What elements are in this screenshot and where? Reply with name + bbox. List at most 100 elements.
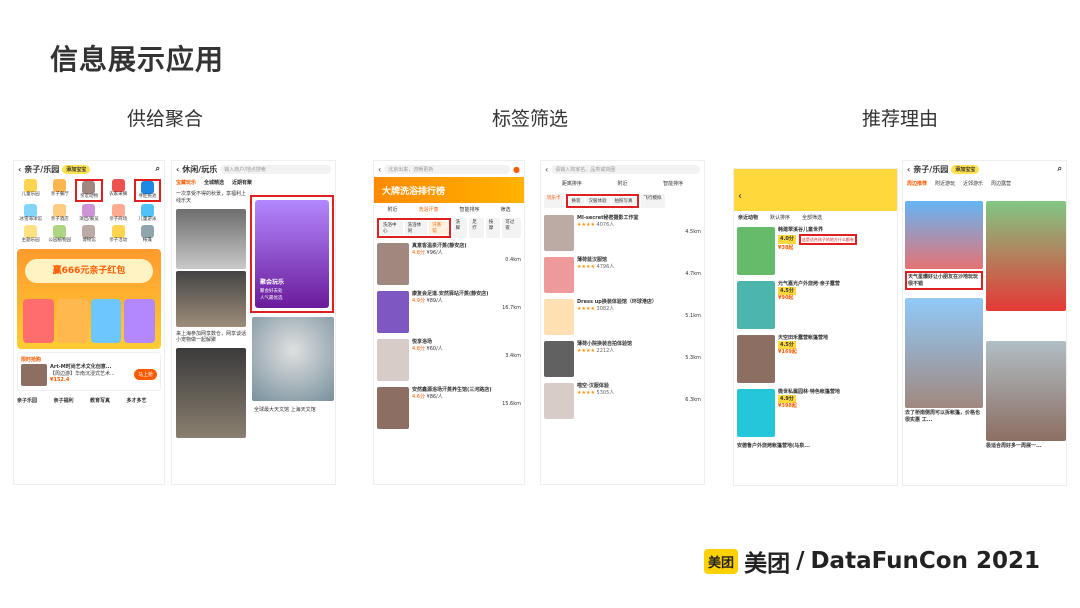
category-item[interactable]: 儿童乐园	[17, 179, 44, 202]
feed-item-title[interactable]: 极适合周好多一周展一...	[986, 443, 1066, 450]
search-input[interactable]: 请输入商家名、品类或商圈	[551, 164, 700, 174]
list-item[interactable]: 微世私属园林·特色帐篷营地 4.9分 ¥398起	[734, 386, 897, 440]
back-icon[interactable]: ‹	[545, 165, 548, 174]
category-item[interactable]: 亲子餐厅	[46, 179, 73, 202]
tag-chip[interactable]: 按摩	[485, 218, 501, 238]
search-icon[interactable]: ⌕	[1058, 164, 1062, 174]
feed-image[interactable]	[986, 341, 1066, 441]
feed-item-title[interactable]: 去了桥南侧周可以拆帐篷，价格也很实惠 工...	[905, 410, 983, 424]
filter-more[interactable]: 筛选	[500, 206, 510, 213]
search-icon[interactable]: ⌕	[156, 164, 160, 174]
tag-chip[interactable]: 玩乐卡	[544, 194, 564, 208]
list-item[interactable]: 喵空·汉服体验 ★★★★ 5305人 6.3km	[541, 380, 704, 422]
feed-image[interactable]	[986, 201, 1066, 311]
category-grid: 儿童乐园 亲子餐厅 亲近动物 农家采摘 寻娃拖池 冰雪海洋馆 亲子酒店 演出/展…	[14, 177, 164, 246]
category-item[interactable]: 冰雪海洋馆	[17, 203, 44, 223]
filter-sort[interactable]: 智能排序	[459, 206, 479, 213]
category-item[interactable]: 博物馆	[75, 224, 102, 244]
tab-city[interactable]: 全城精选	[204, 179, 224, 186]
footer-logo: 美团 美团 / DataFunCon 2021	[704, 544, 1040, 578]
filter-nearby[interactable]: 附近	[387, 206, 397, 213]
category-item[interactable]: 亲子活动	[105, 224, 132, 244]
tag-chip[interactable]: 拍照写真	[611, 197, 636, 205]
list-item[interactable]: 安德鲁户外烧烤帐篷营地(马泉...	[734, 440, 897, 453]
phone-bath-list: ‹ 北京出来，流畅更新 ● 大牌洗浴排行榜 附近 洗浴汗蒸 智能排序 筛选 洗浴…	[373, 160, 525, 485]
feed-image[interactable]	[176, 348, 246, 438]
sort-default[interactable]: 默认排序	[770, 214, 790, 221]
list-item[interactable]: 薄荷蓝汉服馆 ★★★★ 4796人 4.7km	[541, 254, 704, 296]
buy-now-button[interactable]: 马上抢	[133, 369, 157, 381]
tag-chip[interactable]: 飞行模拟	[640, 194, 665, 208]
entry[interactable]: 亲子福利	[54, 397, 89, 404]
tag-chip[interactable]: 洗脚	[452, 218, 468, 238]
tag-chip[interactable]: 汉服体验	[585, 197, 610, 205]
category-item[interactable]: 农家采摘	[105, 179, 132, 202]
feed-image[interactable]	[176, 270, 246, 327]
category-item-animals[interactable]: 亲近动物	[75, 179, 103, 202]
add-baby-chip[interactable]: 添加宝宝	[62, 164, 91, 174]
back-icon[interactable]: ‹	[738, 191, 742, 202]
tab-nearby-recommend[interactable]: 周边推荐	[907, 180, 927, 187]
header-title: 亲子/乐园	[24, 164, 60, 174]
feed-image[interactable]	[252, 317, 334, 401]
category-item[interactable]: 演出/展览	[75, 203, 102, 223]
tab-camping[interactable]: 周边露营	[991, 180, 1011, 187]
list-item[interactable]: 安然鑫源浴场汗蒸养生馆(三河路店) 4.6分 ¥86/人 15.6km	[374, 384, 524, 432]
tag-chip-selected[interactable]: 汗蒸馆	[429, 221, 448, 235]
entry[interactable]: 多才多艺	[127, 397, 162, 404]
gathering-card-highlight[interactable]: 聚会玩乐 聚会好去处 人气最优选	[250, 195, 334, 313]
tag-chip[interactable]: 可过夜	[502, 218, 521, 238]
filter-all[interactable]: 全部筛选	[802, 214, 822, 221]
tab-suburb[interactable]: 近郊游乐	[963, 180, 983, 187]
category-item[interactable]: 帐篷	[134, 224, 161, 244]
tag-chip[interactable]: 洗浴休闲	[404, 221, 428, 235]
feed-image[interactable]	[176, 208, 246, 269]
category-item[interactable]: 亲子商场	[105, 203, 132, 223]
category-item[interactable]: 公园植物园	[46, 224, 73, 244]
feed-item-title[interactable]: 一次享受不得的秋景，享福利上线乐天	[174, 189, 248, 207]
back-icon[interactable]: ‹	[907, 165, 910, 174]
category-item[interactable]: 亲子酒店	[46, 203, 73, 223]
filter-nearby[interactable]: 附近	[617, 180, 627, 187]
list-item[interactable]: 悦享浴场 4.8分 ¥60/人 3.4km	[374, 336, 524, 384]
list-item[interactable]: Dress up换装体验馆（环球港店） ★★★★ 3082人 5.1km	[541, 296, 704, 338]
meituan-wordmark: 美团	[744, 551, 791, 577]
tab-treasure[interactable]: 宝藏玩乐	[176, 179, 196, 186]
ranking-banner[interactable]: 大牌洗浴排行榜	[374, 177, 524, 203]
feed-image[interactable]	[905, 298, 983, 408]
add-baby-chip[interactable]: 添加宝宝	[951, 164, 980, 174]
entry[interactable]: 亲子乐园	[17, 397, 52, 404]
filter-sort[interactable]: 智能排序	[663, 180, 683, 187]
tag-chip[interactable]: 洗浴中心	[380, 221, 403, 235]
tag-chip[interactable]: 换装	[568, 197, 584, 205]
list-item[interactable]: MI-secret秘密摄影工作室 ★★★★ 4076人 4.5km	[541, 212, 704, 254]
feed-item-title[interactable]: 来上海参加网享数仓，网享谈话 小宠物做一起解聚	[174, 329, 248, 347]
phone-animal-list: ‹ 亲近动物 默认排序 全部筛选 韩建翠溪谷儿童世界 4.0分 这是适合孩子的地方什…	[733, 168, 898, 486]
back-icon[interactable]: ‹	[176, 165, 179, 174]
search-input[interactable]: 输入商户/地点搜索	[220, 164, 331, 174]
category-item[interactable]: 儿童游泳	[134, 203, 161, 223]
tab-animals[interactable]: 亲近动物	[738, 214, 758, 221]
list-item[interactable]: 薄荷小院换装自拍体验馆 ★★★★ 2212人 5.3km	[541, 338, 704, 380]
feed-image[interactable]	[905, 201, 983, 269]
tab-gathering[interactable]: 近期有聚	[232, 179, 252, 186]
filter-category[interactable]: 洗浴汗蒸	[418, 206, 438, 213]
list-item[interactable]: 天空田禾露营帐篷营地 4.5分 ¥169起	[734, 332, 897, 386]
back-icon[interactable]: ‹	[378, 165, 381, 174]
list-item[interactable]: 韩建翠溪谷儿童世界 4.0分 这是适合孩子的地方什么都有 ¥38起	[734, 224, 897, 278]
tab-nearby-play[interactable]: 附近游玩	[935, 180, 955, 187]
filter-distance[interactable]: 距离排序	[562, 180, 582, 187]
category-item-pool[interactable]: 寻娃拖池	[133, 179, 161, 202]
red-packet-banner[interactable]: 赢666元亲子红包	[17, 248, 161, 349]
list-item[interactable]: 真意客温泉汗蒸(静安店) 4.8分 ¥96/人 0.4km	[374, 240, 524, 288]
feed-item-title[interactable]: 全球最大天文馆 上海天文馆	[254, 407, 332, 414]
tag-chip[interactable]: 足疗	[469, 218, 484, 238]
category-item[interactable]: 主题乐园	[17, 224, 44, 244]
back-icon[interactable]: ‹	[18, 165, 21, 174]
entry[interactable]: 教育写真	[90, 397, 125, 404]
search-input[interactable]: 北京出来，流畅更新	[384, 164, 511, 174]
location-icon[interactable]: ●	[513, 165, 520, 174]
flash-sale-card[interactable]: 限时抢购 Art-M时尚艺术文化创意... 【周边游】华南沉浸式艺术... ¥1…	[17, 351, 161, 391]
list-item[interactable]: 元气嘉光户外烧烤·亲子露营 4.5分 ¥90起	[734, 278, 897, 332]
list-item[interactable]: 康复会足道.安然驿站汗蒸(静安店) 4.9分 ¥89/人 16.7km	[374, 288, 524, 336]
